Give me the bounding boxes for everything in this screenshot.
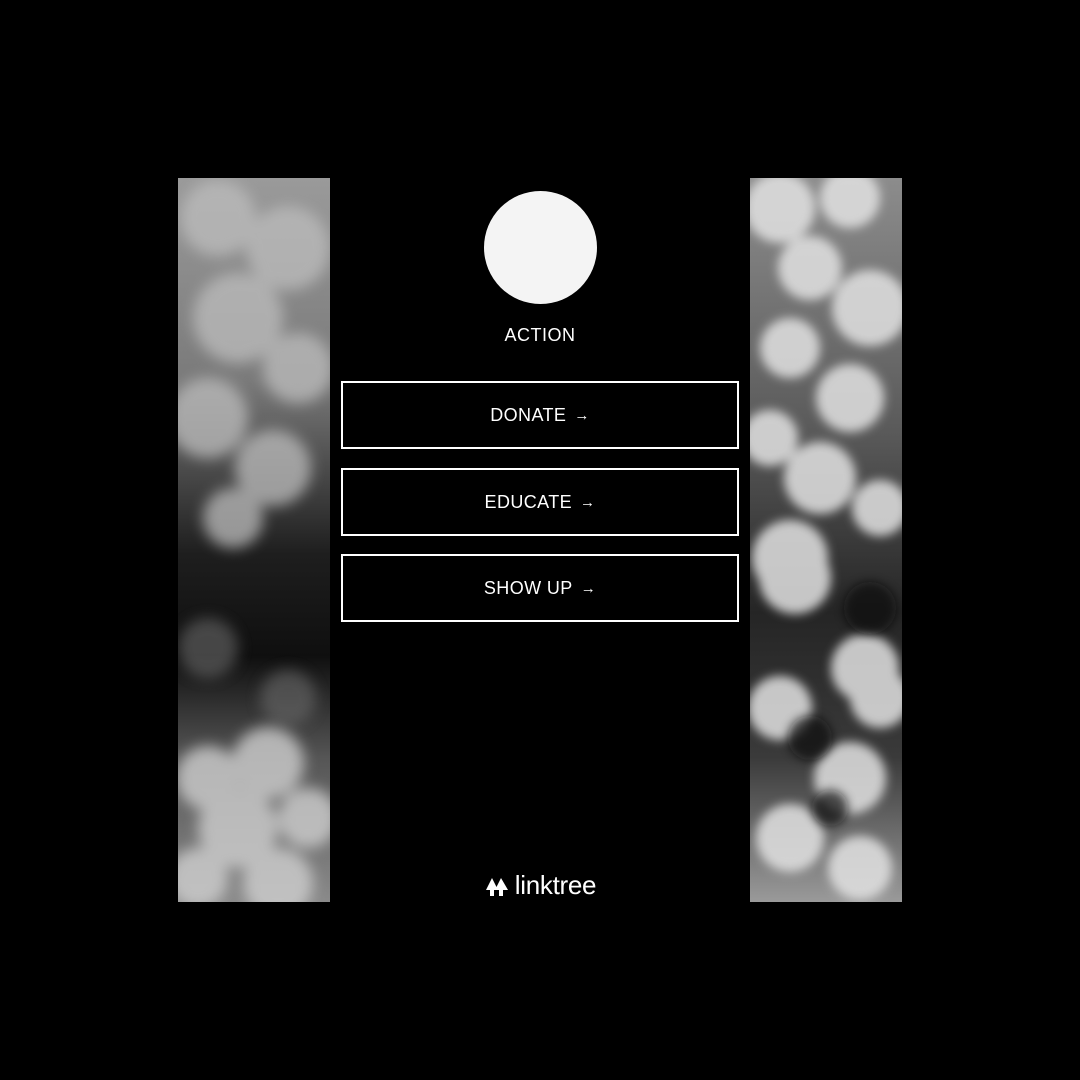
profile-name: ACTION: [504, 325, 576, 345]
right-clouds-image: [750, 178, 902, 902]
educate-button[interactable]: EDUCATE →: [341, 468, 739, 536]
show-up-button[interactable]: SHOW UP →: [341, 554, 739, 622]
donate-button[interactable]: DONATE →: [341, 381, 739, 449]
left-clouds-image: [178, 178, 330, 902]
arrow-right-icon: →: [580, 579, 597, 597]
show-up-button-label: SHOW UP: [483, 577, 573, 598]
linktree-wordmark: linktree: [514, 870, 597, 900]
linktree-brand-link[interactable]: linktree: [440, 870, 640, 901]
profile-avatar: [484, 191, 597, 304]
educate-button-label: EDUCATE: [484, 491, 573, 512]
linktree-logo-icon: [485, 877, 508, 896]
arrow-right-icon: →: [580, 493, 596, 511]
donate-button-label: DONATE: [490, 404, 567, 425]
arrow-right-icon: →: [574, 406, 590, 424]
